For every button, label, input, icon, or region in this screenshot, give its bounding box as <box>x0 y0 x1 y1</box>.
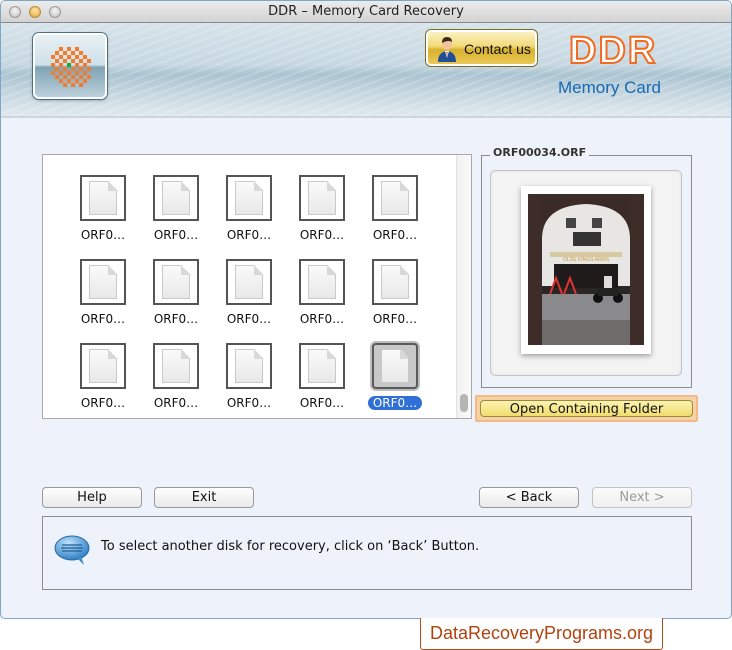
file-item[interactable]: ORF0… <box>67 175 133 255</box>
back-button[interactable]: < Back <box>479 487 579 508</box>
file-item[interactable]: ORF0… <box>286 175 352 255</box>
logo-pattern-icon <box>51 47 91 87</box>
preview-image: OLDE KINGS ARMS <box>528 194 644 345</box>
file-browser-scrollbar[interactable] <box>456 155 471 418</box>
website-watermark: DataRecoveryPrograms.org <box>420 618 663 650</box>
brand-subtitle: Memory Card <box>558 78 661 97</box>
scrollbar-thumb[interactable] <box>460 394 468 412</box>
file-document-icon <box>299 175 345 221</box>
file-name: ORF0… <box>299 228 345 242</box>
file-name: ORF0… <box>299 396 345 410</box>
file-document-icon <box>153 259 199 305</box>
file-name: ORF0… <box>359 396 431 410</box>
file-name: ORF0… <box>153 228 199 242</box>
file-document-icon <box>372 343 418 389</box>
status-panel: To select another disk for recovery, cli… <box>42 516 692 590</box>
file-browser: ORF0… ORF0… ORF0… ORF0… ORF0… ORF0… ORF0… ORF0…… <box>42 154 472 419</box>
open-containing-folder-label: Open Containing Folder <box>480 400 693 417</box>
file-item[interactable]: ORF0… <box>140 175 206 255</box>
file-grid: ORF0… ORF0… ORF0… ORF0… ORF0… ORF0… ORF0… ORF0…… <box>43 155 456 418</box>
file-item[interactable]: ORF0… <box>213 343 279 423</box>
file-name: ORF0… <box>226 228 272 242</box>
file-name: ORF0… <box>80 228 126 242</box>
person-icon <box>438 37 456 62</box>
brand-title: DDR <box>568 30 658 72</box>
app-logo <box>33 33 107 99</box>
file-item[interactable]: ORF0… <box>359 343 425 423</box>
next-button[interactable]: Next > <box>592 487 692 508</box>
zoom-window-button[interactable] <box>49 6 61 18</box>
exit-button[interactable]: Exit <box>154 487 254 508</box>
file-item[interactable]: ORF0… <box>213 259 279 339</box>
file-item[interactable]: ORF0… <box>67 259 133 339</box>
file-name: ORF0… <box>226 396 272 410</box>
file-item[interactable]: ORF0… <box>140 259 206 339</box>
file-item[interactable]: ORF0… <box>359 259 425 339</box>
file-document-icon <box>226 259 272 305</box>
header-banner: Contact us DDR Memory Card <box>1 23 731 118</box>
svg-text:OLDE KINGS ARMS: OLDE KINGS ARMS <box>563 257 610 263</box>
minimize-window-button[interactable] <box>29 6 41 18</box>
file-item[interactable]: ORF0… <box>359 175 425 255</box>
file-document-icon <box>372 175 418 221</box>
file-name: ORF0… <box>372 228 418 242</box>
preview-filename: ORF00034.ORF <box>490 146 590 159</box>
status-message: To select another disk for recovery, cli… <box>101 539 480 554</box>
file-name: ORF0… <box>153 312 199 326</box>
file-item[interactable]: ORF0… <box>286 259 352 339</box>
speech-bubble-icon <box>54 535 90 565</box>
app-window: DDR – Memory Card Recovery Contact us DD… <box>0 0 732 619</box>
file-document-icon <box>80 175 126 221</box>
contact-us-label: Contact us <box>464 41 531 57</box>
file-document-icon <box>80 259 126 305</box>
file-document-icon <box>226 343 272 389</box>
help-button[interactable]: Help <box>42 487 142 508</box>
file-name: ORF0… <box>153 396 199 410</box>
file-name: ORF0… <box>80 396 126 410</box>
file-name: ORF0… <box>226 312 272 326</box>
file-document-icon <box>80 343 126 389</box>
file-document-icon <box>226 175 272 221</box>
file-document-icon <box>153 175 199 221</box>
file-item[interactable]: ORF0… <box>213 175 279 255</box>
file-name: ORF0… <box>372 312 418 326</box>
file-name: ORF0… <box>299 312 345 326</box>
preview-image-card: OLDE KINGS ARMS <box>521 186 651 354</box>
file-document-icon <box>153 343 199 389</box>
file-name: ORF0… <box>80 312 126 326</box>
contact-us-button[interactable]: Contact us <box>426 30 537 66</box>
window-title: DDR – Memory Card Recovery <box>268 4 464 19</box>
title-bar: DDR – Memory Card Recovery <box>1 1 731 23</box>
file-item[interactable]: ORF0… <box>286 343 352 423</box>
open-containing-folder-button[interactable]: Open Containing Folder <box>475 395 698 422</box>
file-document-icon <box>299 259 345 305</box>
close-window-button[interactable] <box>9 6 21 18</box>
file-document-icon <box>299 343 345 389</box>
file-item[interactable]: ORF0… <box>67 343 133 423</box>
file-item[interactable]: ORF0… <box>140 343 206 423</box>
file-document-icon <box>372 259 418 305</box>
